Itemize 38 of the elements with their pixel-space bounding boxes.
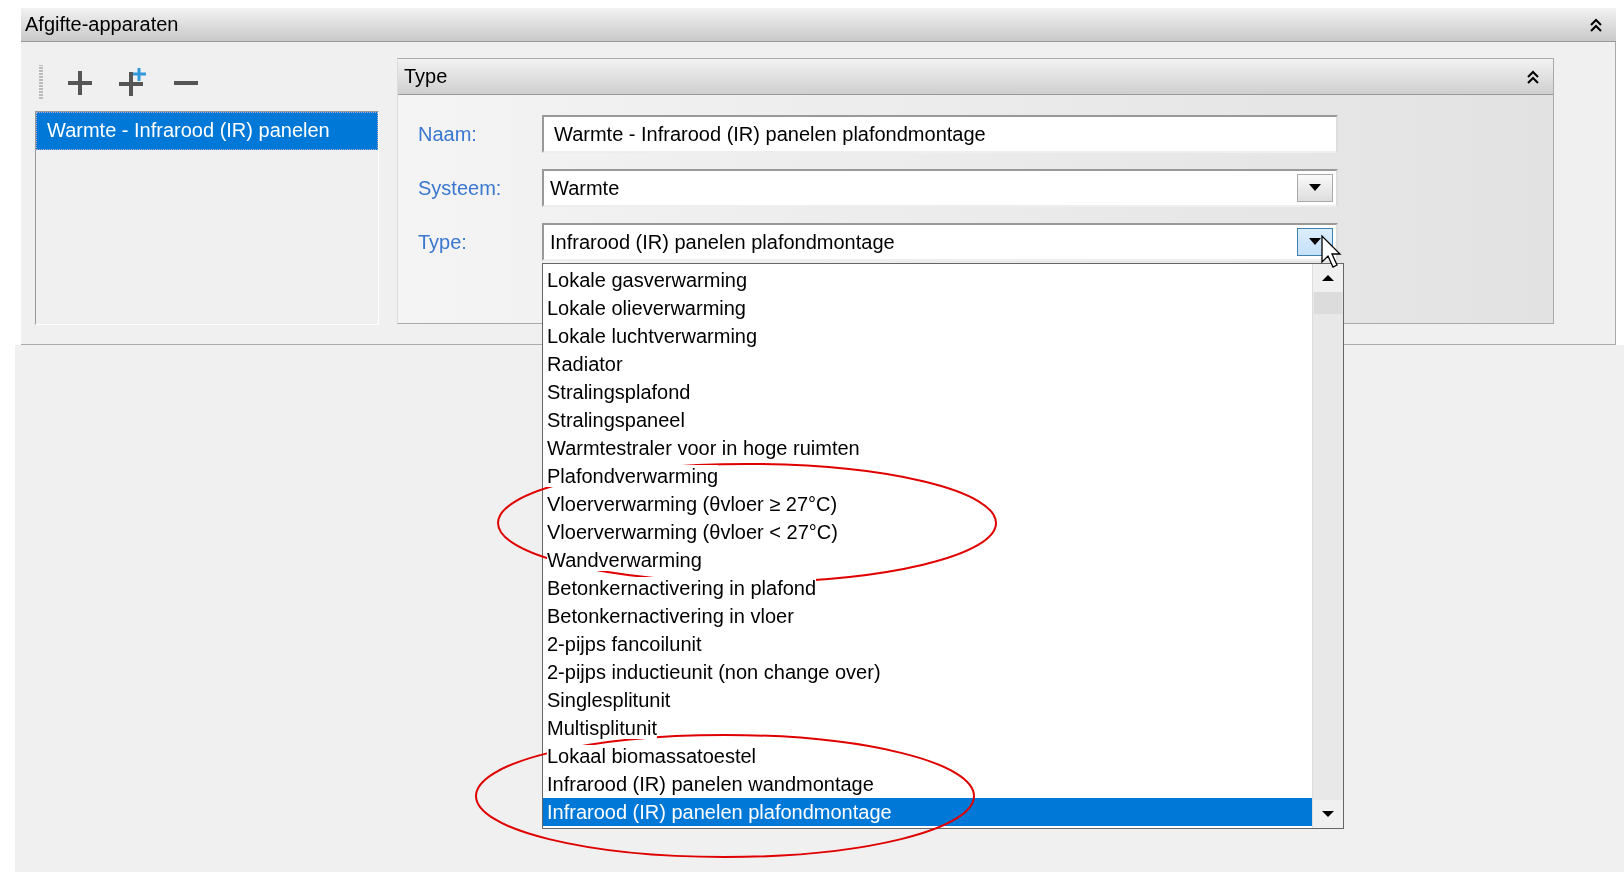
dropdown-field[interactable]: Infrarood (IR) panelen plafondmontage [542,223,1338,261]
dropdown-option[interactable]: 2-pijps fancoilunit [543,630,1312,658]
dropdown-option[interactable]: Lokale olieverwarming [543,294,1312,322]
dropdown-option[interactable]: Stralingsplafond [543,378,1312,406]
name-field[interactable]: Warmte - Infrarood (IR) panelen plafondmontage [542,115,1338,153]
field-label: Type: [418,230,468,254]
dropdown-option[interactable]: Infrarood (IR) panelen plafondmontage [543,798,1312,826]
dropdown-option[interactable]: Vloerverwarming (θvloer ≥ 27°C) [543,490,1312,518]
collapse-icon[interactable] [1590,17,1602,32]
dropdown-option[interactable]: Infrarood (IR) panelen wandmontage [543,770,1312,798]
panel-title: Afgifte-apparaten [25,13,179,36]
dropdown-arrow-icon [1309,184,1321,192]
dropdown-option[interactable]: Wandverwarming [543,546,1312,574]
dropdown-option[interactable]: Radiator [543,350,1312,378]
scrollbar[interactable] [1312,264,1343,828]
dropdown-option[interactable]: Lokale luchtverwarming [543,322,1312,350]
dropdown-option[interactable]: Plafondverwarming [543,462,1312,490]
dropdown-arrow-icon [1309,238,1321,246]
group-title: Type [404,65,448,88]
add-icon[interactable] [65,68,95,98]
field-label: Systeem: [418,176,503,200]
list-item[interactable]: Warmte - Infrarood (IR) panelen [36,112,378,150]
dropdown-option[interactable]: Vloerverwarming (θvloer < 27°C) [543,518,1312,546]
scroll-thumb[interactable] [1314,292,1342,314]
toolbar-grip-icon [39,65,43,101]
dropdown-option[interactable]: Betonkernactivering in vloer [543,602,1312,630]
dropdown-option[interactable]: Betonkernactivering in plafond [543,574,1312,602]
dropdown-field[interactable]: Warmte [542,169,1338,207]
dropdown-option[interactable]: Lokale gasverwarming [543,266,1312,294]
dropdown-option[interactable]: 2-pijps inductieunit (non change over) [543,658,1312,686]
dropdown-option[interactable]: Stralingspaneel [543,406,1312,434]
dropdown-option[interactable]: Lokaal biomassatoestel [543,742,1312,770]
add-child-icon[interactable] [117,67,149,99]
collapse-icon[interactable] [1527,69,1539,84]
dropdown-option[interactable]: Multisplitunit [543,714,1312,742]
dropdown-option[interactable]: Singlesplitunit [543,686,1312,714]
field-label: Naam: [418,122,478,146]
dropdown-option[interactable]: Warmtestraler voor in hoge ruimten [543,434,1312,462]
